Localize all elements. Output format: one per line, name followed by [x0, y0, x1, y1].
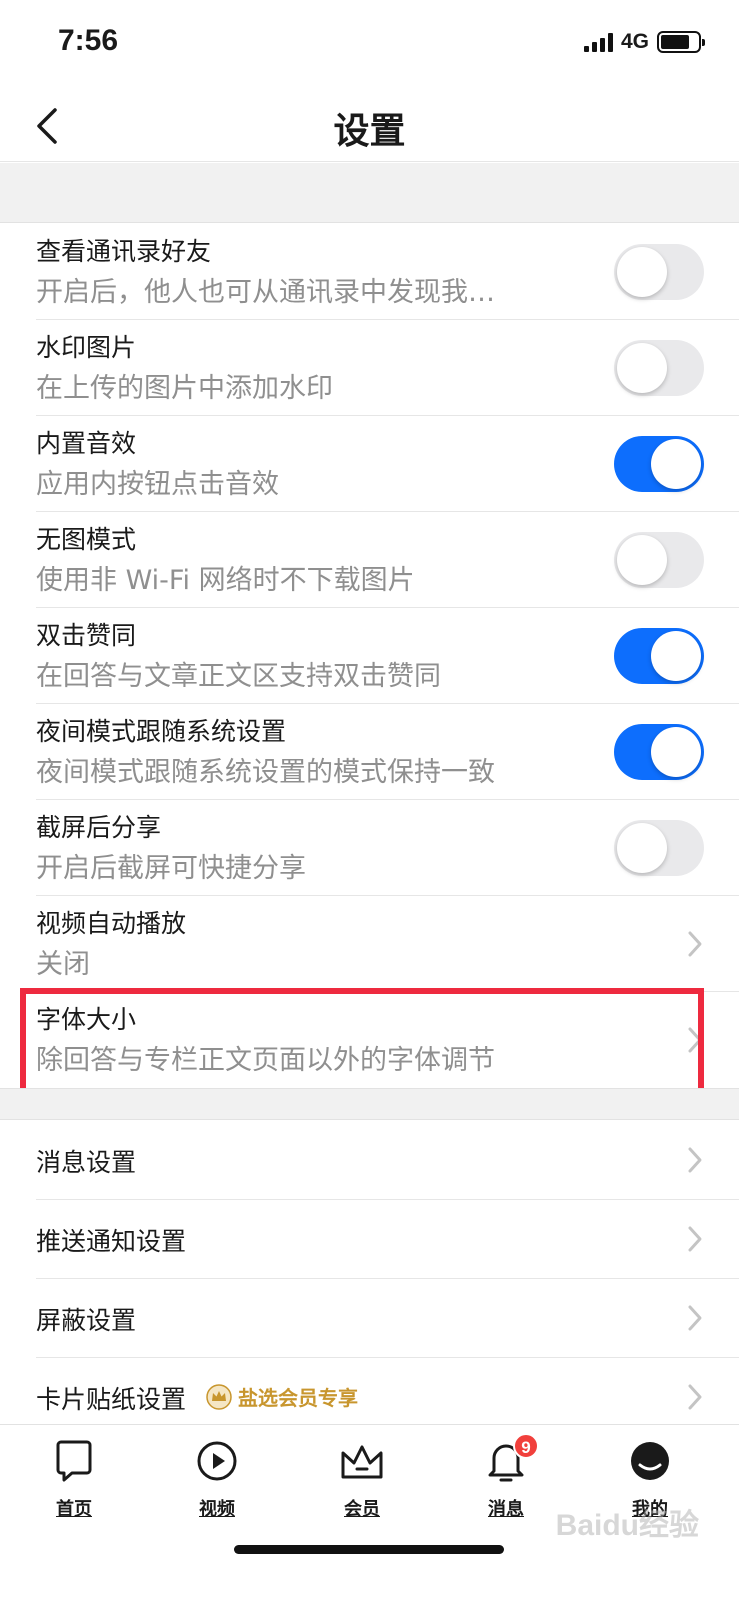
- battery-icon: [657, 31, 705, 53]
- setting-row-sound: 内置音效 应用内按钮点击音效: [0, 416, 739, 512]
- setting-row-messages[interactable]: 消息设置: [0, 1121, 739, 1200]
- notification-badge: 9: [513, 1433, 539, 1459]
- double-tap-toggle[interactable]: [614, 628, 704, 684]
- night-mode-toggle[interactable]: [614, 724, 704, 780]
- setting-title: 截屏后分享: [36, 813, 162, 842]
- setting-row-screenshot-share: 截屏后分享 开启后截屏可快捷分享: [0, 800, 739, 896]
- sound-toggle[interactable]: [614, 436, 704, 492]
- setting-row-contacts: 查看通讯录好友 开启后，他人也可从通讯录中发现我…: [0, 224, 739, 320]
- chevron-right-icon: [688, 1226, 702, 1252]
- setting-subtitle: 使用非 Wi-Fi 网络时不下载图片: [36, 565, 415, 596]
- setting-title: 字体大小: [36, 1005, 137, 1034]
- network-type: 4G: [620, 30, 649, 53]
- setting-title: 水印图片: [36, 333, 137, 362]
- tab-label: 首页: [56, 1499, 92, 1520]
- watermark-toggle[interactable]: [614, 340, 704, 396]
- tab-label: 视频: [199, 1499, 235, 1520]
- nav-bar: 设置: [0, 90, 739, 162]
- profile-icon: [631, 1442, 669, 1480]
- tab-label: 消息: [488, 1499, 524, 1520]
- setting-subtitle: 应用内按钮点击音效: [36, 469, 279, 500]
- setting-row-push[interactable]: 推送通知设置: [0, 1200, 739, 1279]
- setting-row-watermark: 水印图片 在上传的图片中添加水印: [0, 320, 739, 416]
- page-title: 设置: [333, 111, 406, 152]
- setting-subtitle: 除回答与专栏正文页面以外的字体调节: [36, 1045, 495, 1076]
- setting-row-font-size[interactable]: 字体大小 除回答与专栏正文页面以外的字体调节: [0, 992, 739, 1088]
- chevron-right-icon: [688, 931, 702, 957]
- setting-row-night-mode: 夜间模式跟随系统设置 夜间模式跟随系统设置的模式保持一致: [0, 704, 739, 800]
- setting-subtitle: 在上传的图片中添加水印: [36, 373, 333, 404]
- setting-title: 无图模式: [36, 525, 137, 554]
- status-bar: 7:56 4G: [0, 0, 739, 90]
- contacts-toggle[interactable]: [614, 244, 704, 300]
- setting-title: 屏蔽设置: [36, 1306, 137, 1335]
- vip-label: 盐选会员专享: [238, 1386, 358, 1410]
- setting-row-video-autoplay[interactable]: 视频自动播放 关闭: [0, 896, 739, 992]
- setting-row-no-image: 无图模式 使用非 Wi-Fi 网络时不下载图片: [0, 512, 739, 608]
- status-time: 7:56: [58, 24, 119, 57]
- chevron-right-icon: [688, 1147, 702, 1173]
- setting-value: 关闭: [36, 949, 90, 980]
- setting-title: 双击赞同: [36, 621, 137, 650]
- setting-title: 内置音效: [36, 429, 137, 458]
- chevron-right-icon: [688, 1027, 702, 1053]
- settings-list: 查看通讯录好友 开启后，他人也可从通讯录中发现我… 水印图片 在上传的图片中添加…: [0, 224, 739, 1088]
- no-image-toggle[interactable]: [614, 532, 704, 588]
- home-icon: [56, 1440, 92, 1482]
- crown-icon: [206, 1383, 232, 1410]
- status-indicators: 4G: [583, 30, 705, 54]
- tab-video[interactable]: 视频: [162, 1435, 272, 1521]
- video-icon: [197, 1441, 237, 1481]
- tab-messages[interactable]: 9 消息: [451, 1433, 561, 1521]
- chevron-right-icon: [688, 1384, 702, 1410]
- home-indicator: [234, 1545, 504, 1554]
- setting-title: 查看通讯录好友: [36, 237, 212, 266]
- signal-icon: [583, 32, 613, 52]
- section-divider: [0, 1088, 739, 1120]
- chevron-right-icon: [688, 1305, 702, 1331]
- setting-title: 卡片贴纸设置: [36, 1385, 187, 1414]
- tab-vip[interactable]: 会员: [307, 1435, 417, 1521]
- screenshot-share-toggle[interactable]: [614, 820, 704, 876]
- tab-label: 会员: [344, 1499, 380, 1520]
- watermark: Baidu经验: [555, 1509, 699, 1542]
- setting-title: 夜间模式跟随系统设置: [36, 717, 287, 746]
- tab-home[interactable]: 首页: [19, 1435, 129, 1521]
- setting-title: 消息设置: [36, 1148, 137, 1177]
- vip-icon: [341, 1445, 383, 1479]
- vip-tag: 盐选会员专享: [206, 1382, 358, 1411]
- section-divider: [0, 163, 739, 223]
- setting-row-double-tap: 双击赞同 在回答与文章正文区支持双击赞同: [0, 608, 739, 704]
- setting-title: 推送通知设置: [36, 1227, 187, 1256]
- setting-subtitle: 开启后，他人也可从通讯录中发现我…: [36, 277, 495, 308]
- setting-title: 视频自动播放: [36, 909, 187, 938]
- setting-subtitle: 夜间模式跟随系统设置的模式保持一致: [36, 757, 495, 788]
- settings-list-secondary: 消息设置 推送通知设置 屏蔽设置 卡片贴纸设置 盐选会员专享: [0, 1121, 739, 1437]
- setting-row-block[interactable]: 屏蔽设置: [0, 1279, 739, 1358]
- setting-subtitle: 在回答与文章正文区支持双击赞同: [36, 661, 441, 692]
- setting-subtitle: 开启后截屏可快捷分享: [36, 853, 306, 884]
